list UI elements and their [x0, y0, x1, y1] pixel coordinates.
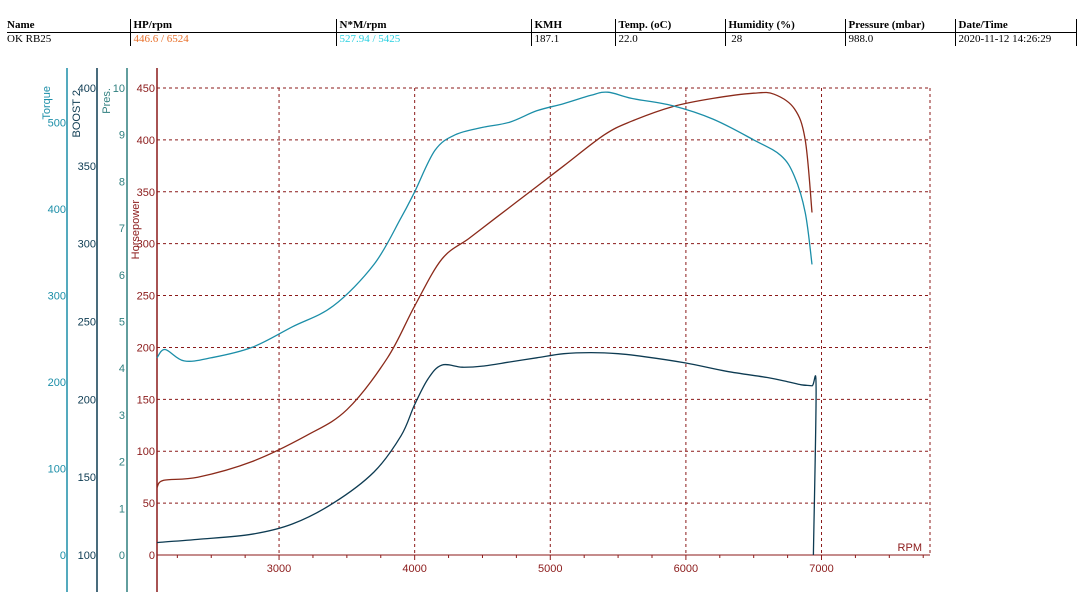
boost-tick-label: 200	[78, 394, 96, 406]
pres-tick-label: 5	[119, 317, 125, 329]
x-tick-label: 6000	[674, 563, 698, 575]
torque-tick-label: 100	[48, 464, 66, 476]
horsepower-tick-label: 150	[137, 394, 155, 406]
x-tick-label: 4000	[402, 563, 426, 575]
x-axis-title: RPM	[898, 542, 922, 554]
pres-tick-label: 10	[113, 83, 125, 95]
horsepower-tick-label: 350	[137, 187, 155, 199]
horsepower-tick-label: 400	[137, 135, 155, 147]
hp-curve	[156, 91, 813, 488]
pres-tick-label: 8	[119, 176, 125, 188]
torque-axis-title: Torque	[41, 86, 53, 120]
horsepower-axis-title: Horsepower	[130, 200, 142, 260]
horsepower-tick-label: 0	[149, 550, 155, 562]
boost-tick-label: 100	[78, 550, 96, 562]
boost-tick-label: 350	[78, 161, 96, 173]
horsepower-tick-label: 250	[137, 291, 155, 303]
torque-tick-label: 400	[48, 204, 66, 216]
horsepower-tick-label: 50	[143, 498, 155, 510]
pres-tick-label: 4	[119, 363, 125, 375]
pres-tick-label: 1	[119, 503, 125, 515]
boost-axis-title: BOOST 2	[71, 90, 83, 137]
torque-tick-label: 300	[48, 291, 66, 303]
x-tick-label: 3000	[267, 563, 291, 575]
boost-curve	[156, 351, 817, 556]
boost-tick-label: 250	[78, 317, 96, 329]
pres-axis-title: Pres.	[101, 88, 113, 114]
torque-tick-label: 200	[48, 377, 66, 389]
horsepower-tick-label: 450	[137, 83, 155, 95]
x-tick-label: 7000	[809, 563, 833, 575]
pres-tick-label: 3	[119, 410, 125, 422]
x-tick-label: 5000	[538, 563, 562, 575]
pres-tick-label: 6	[119, 270, 125, 282]
horsepower-tick-label: 100	[137, 446, 155, 458]
pres-tick-label: 7	[119, 223, 125, 235]
pres-tick-label: 9	[119, 130, 125, 142]
dyno-chart: 3000 4000 5000 6000 7000RPM05010015020025030…	[41, 68, 931, 592]
pres-tick-label: 2	[119, 457, 125, 469]
horsepower-tick-label: 200	[137, 342, 155, 354]
torque-tick-label: 0	[60, 550, 66, 562]
pres-tick-label: 0	[119, 550, 125, 562]
boost-tick-label: 150	[78, 472, 96, 484]
boost-tick-label: 300	[78, 239, 96, 251]
